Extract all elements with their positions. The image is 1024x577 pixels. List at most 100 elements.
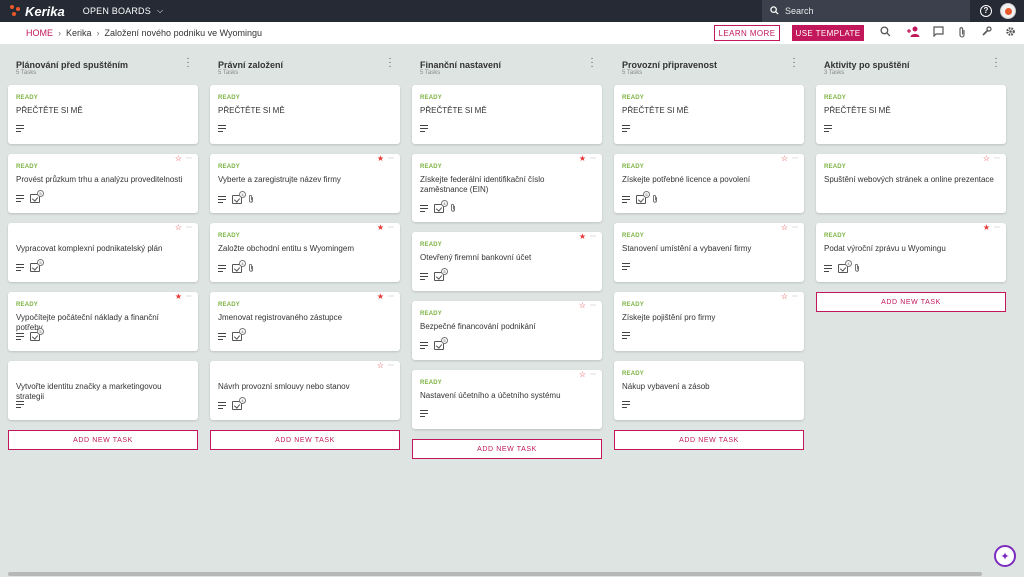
attachment-icon [652, 194, 658, 205]
task-card[interactable]: READY Otevřený firemní bankovní účet ★ ⋯ 5 [412, 232, 602, 291]
star-icon[interactable]: ★ [579, 233, 586, 241]
task-card[interactable]: Vytvořte identitu značky a marketingovou… [8, 361, 198, 420]
more-icon[interactable]: ⋯ [792, 224, 798, 232]
more-vertical-icon[interactable]: · · · [590, 54, 594, 72]
task-card[interactable]: READY Založte obchodní entitu s Wyomingem… [210, 223, 400, 282]
search-input[interactable]: Search [762, 0, 970, 22]
more-icon[interactable]: ⋯ [792, 155, 798, 163]
more-vertical-icon[interactable]: · · · [994, 54, 998, 72]
task-card[interactable]: READY Stanovení umístění a vybavení firmy… [614, 223, 804, 282]
description-icon [218, 125, 226, 133]
task-card[interactable]: READY Provést průzkum trhu a analýzu prov… [8, 154, 198, 213]
more-icon[interactable]: ⋯ [590, 371, 596, 379]
more-icon[interactable]: ⋯ [792, 293, 798, 301]
assistant-icon[interactable]: ✦ [994, 545, 1016, 567]
task-card[interactable]: READY Získejte federální identifikační čí… [412, 154, 602, 222]
star-icon[interactable]: ☆ [377, 362, 384, 370]
gear-icon[interactable] [1003, 26, 1017, 40]
column-title[interactable]: Provozní připravenost [622, 60, 717, 70]
star-icon[interactable]: ★ [377, 155, 384, 163]
add-new-task-button[interactable]: ADD NEW TASK [8, 430, 198, 450]
task-card[interactable]: READY Jmenovat registrovaného zástupce ★ ⋯ 4 [210, 292, 400, 351]
task-card[interactable]: READY PŘEČTĚTE SI MĚ [210, 85, 400, 144]
breadcrumb-home[interactable]: HOME [26, 28, 53, 38]
task-card[interactable]: READY PŘEČTĚTE SI MĚ [614, 85, 804, 144]
help-icon[interactable]: ? [980, 5, 992, 17]
star-icon[interactable]: ★ [377, 224, 384, 232]
task-card[interactable]: READY Nákup vybavení a zásob [614, 361, 804, 420]
task-card[interactable]: READY Nastavení účetního a účetního systé… [412, 370, 602, 429]
star-icon[interactable]: ★ [175, 293, 182, 301]
task-card-icons: 4 [420, 200, 456, 214]
more-vertical-icon[interactable]: · · · [792, 54, 796, 72]
column-title[interactable]: Finanční nastavení [420, 60, 501, 70]
brand-name: Kerika [25, 3, 65, 19]
task-card[interactable]: READY Získejte potřebné licence a povolen… [614, 154, 804, 213]
breadcrumb-org[interactable]: Kerika [66, 28, 92, 38]
star-icon[interactable]: ★ [377, 293, 384, 301]
star-icon[interactable]: ☆ [781, 155, 788, 163]
open-boards-menu[interactable]: OPEN BOARDS ⌵ [83, 6, 163, 16]
more-icon[interactable]: ⋯ [388, 293, 394, 301]
add-new-task-button[interactable]: ADD NEW TASK [816, 292, 1006, 312]
task-card[interactable]: READY Vyberte a zaregistrujte název firmy… [210, 154, 400, 213]
star-icon[interactable]: ☆ [175, 224, 182, 232]
column-task-count: 3 Tasks [824, 70, 845, 76]
add-new-task-button[interactable]: ADD NEW TASK [210, 430, 400, 450]
star-icon[interactable]: ☆ [579, 302, 586, 310]
chat-icon[interactable] [931, 26, 945, 40]
more-icon[interactable]: ⋯ [388, 362, 394, 370]
column-title[interactable]: Plánování před spuštěním [16, 60, 128, 70]
more-vertical-icon[interactable]: · · · [186, 54, 190, 72]
task-card[interactable]: READY Podat výroční zprávu u Wyomingu ★ ⋯ 4 [816, 223, 1006, 282]
star-icon[interactable]: ☆ [983, 155, 990, 163]
description-icon [16, 195, 24, 203]
kerika-logo[interactable]: Kerika [10, 4, 65, 19]
more-icon[interactable]: ⋯ [186, 293, 192, 301]
more-icon[interactable]: ⋯ [994, 155, 1000, 163]
task-card[interactable]: READY PŘEČTĚTE SI MĚ [816, 85, 1006, 144]
more-icon[interactable]: ⋯ [994, 224, 1000, 232]
add-new-task-button[interactable]: ADD NEW TASK [614, 430, 804, 450]
more-icon[interactable]: ⋯ [388, 155, 394, 163]
add-new-task-button[interactable]: ADD NEW TASK [412, 439, 602, 459]
star-icon[interactable]: ☆ [175, 155, 182, 163]
more-icon[interactable]: ⋯ [388, 224, 394, 232]
column-title[interactable]: Právní založení [218, 60, 283, 70]
avatar[interactable] [1000, 3, 1016, 19]
star-icon[interactable]: ☆ [781, 224, 788, 232]
star-icon[interactable]: ★ [983, 224, 990, 232]
more-vertical-icon[interactable]: · · · [388, 54, 392, 72]
checklist-count: 4 [441, 200, 448, 207]
task-card[interactable]: READY Vypočítejte počáteční náklady a fin… [8, 292, 198, 351]
more-icon[interactable]: ⋯ [186, 224, 192, 232]
more-icon[interactable]: ⋯ [590, 302, 596, 310]
more-icon[interactable]: ⋯ [186, 155, 192, 163]
column-title[interactable]: Aktivity po spuštění [824, 60, 910, 70]
star-icon[interactable]: ☆ [579, 371, 586, 379]
wrench-icon[interactable] [979, 26, 993, 40]
breadcrumb-board[interactable]: Založení nového podniku ve Wyomingu [105, 28, 263, 38]
task-card[interactable]: READY Získejte pojištění pro firmy ☆ ⋯ [614, 292, 804, 351]
use-template-button[interactable]: USE TEMPLATE [792, 25, 864, 41]
task-card[interactable]: Návrh provozní smlouvy nebo stanov ☆ ⋯ 4 [210, 361, 400, 420]
checklist-icon: 4 [232, 260, 246, 273]
search-icon[interactable] [878, 26, 892, 40]
add-person-icon[interactable] [906, 26, 920, 40]
task-title: Návrh provozní smlouvy nebo stanov [218, 382, 350, 391]
task-card[interactable]: READY PŘEČTĚTE SI MĚ [412, 85, 602, 144]
task-card[interactable]: READY PŘEČTĚTE SI MĚ [8, 85, 198, 144]
horizontal-scrollbar[interactable] [8, 572, 982, 576]
attachment-icon[interactable] [955, 26, 969, 40]
search-placeholder: Search [785, 6, 814, 16]
star-icon[interactable]: ☆ [781, 293, 788, 301]
task-card[interactable]: Vypracovat komplexní podnikatelský plán ☆… [8, 223, 198, 282]
column-task-count: 5 Tasks [420, 70, 441, 76]
learn-more-button[interactable]: LEARN MORE [714, 25, 780, 41]
more-icon[interactable]: ⋯ [590, 155, 596, 163]
description-icon [824, 265, 832, 273]
task-card[interactable]: READY Bezpečné financování podnikání ☆ ⋯ 5 [412, 301, 602, 360]
star-icon[interactable]: ★ [579, 155, 586, 163]
more-icon[interactable]: ⋯ [590, 233, 596, 241]
task-card[interactable]: READY Spuštění webových stránek a online … [816, 154, 1006, 213]
